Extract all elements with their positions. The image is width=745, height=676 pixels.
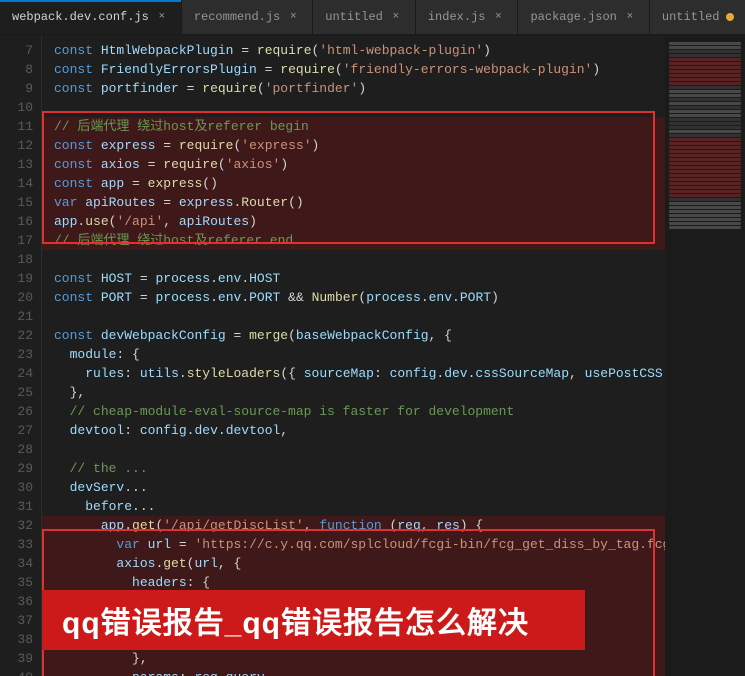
tab-label-webpack: webpack.dev.conf.js xyxy=(12,10,149,24)
code-line-28 xyxy=(42,440,665,459)
code-line-24: rules: utils.styleLoaders({ sourceMap: c… xyxy=(42,364,665,383)
code-line-17: // 后端代理 绕过host及referer end xyxy=(42,231,665,250)
code-line-31: before... xyxy=(42,497,665,516)
code-line-10 xyxy=(42,98,665,117)
editor: 7 8 9 10 11 12 13 14 15 16 17 18 19 20 2… xyxy=(0,35,745,676)
code-line-34: axios.get(url, { xyxy=(42,554,665,573)
code-line-13: const axios = require('axios') xyxy=(42,155,665,174)
code-line-14: const app = express() xyxy=(42,174,665,193)
code-line-16: app.use('/api', apiRoutes) xyxy=(42,212,665,231)
tab-label-untitled2: untitled xyxy=(662,10,720,24)
code-line-29: // the ... xyxy=(42,459,665,478)
tab-close-untitled1[interactable]: × xyxy=(389,10,403,24)
code-line-23: module: { xyxy=(42,345,665,364)
banner: qq错误报告_qq错误报告怎么解决 xyxy=(42,590,585,650)
line-numbers: 7 8 9 10 11 12 13 14 15 16 17 18 19 20 2… xyxy=(0,35,42,676)
code-line-39: }, xyxy=(42,649,665,668)
tab-webpack[interactable]: webpack.dev.conf.js × xyxy=(0,0,182,35)
code-line-9: const portfinder = require('portfinder') xyxy=(42,79,665,98)
code-content[interactable]: const HtmlWebpackPlugin = require('html-… xyxy=(42,35,665,676)
code-line-21 xyxy=(42,307,665,326)
code-line-32: app.get('/api/getDiscList', function (re… xyxy=(42,516,665,535)
code-line-8: const FriendlyErrorsPlugin = require('fr… xyxy=(42,60,665,79)
tab-close-index[interactable]: × xyxy=(491,10,505,24)
tab-dot-untitled2 xyxy=(726,13,734,21)
code-line-33: var url = 'https://c.y.qq.com/splcloud/f… xyxy=(42,535,665,554)
code-line-27: devtool: config.dev.devtool, xyxy=(42,421,665,440)
code-line-25: }, xyxy=(42,383,665,402)
tab-label-untitled1: untitled xyxy=(325,10,383,24)
tab-label-package: package.json xyxy=(530,10,616,24)
code-line-7: const HtmlWebpackPlugin = require('html-… xyxy=(42,41,665,60)
minimap xyxy=(665,35,745,676)
code-line-15: var apiRoutes = express.Router() xyxy=(42,193,665,212)
code-line-20: const PORT = process.env.PORT && Number(… xyxy=(42,288,665,307)
code-line-11: // 后端代理 绕过host及referer begin xyxy=(42,117,665,136)
code-line-18 xyxy=(42,250,665,269)
code-line-30: devServ... xyxy=(42,478,665,497)
tab-package[interactable]: package.json × xyxy=(518,0,649,35)
tab-recommend[interactable]: recommend.js × xyxy=(182,0,313,35)
tab-close-webpack[interactable]: × xyxy=(155,10,169,24)
tab-label-index: index.js xyxy=(428,10,486,24)
code-line-26: // cheap-module-eval-source-map is faste… xyxy=(42,402,665,421)
tab-label-recommend: recommend.js xyxy=(194,10,280,24)
tab-untitled2[interactable]: untitled xyxy=(650,0,745,35)
tab-index[interactable]: index.js × xyxy=(416,0,519,35)
code-line-40: params: req.query xyxy=(42,668,665,676)
code-line-19: const HOST = process.env.HOST xyxy=(42,269,665,288)
code-line-22: const devWebpackConfig = merge(baseWebpa… xyxy=(42,326,665,345)
tab-close-recommend[interactable]: × xyxy=(286,10,300,24)
tab-close-package[interactable]: × xyxy=(623,10,637,24)
tab-untitled1[interactable]: untitled × xyxy=(313,0,416,35)
tab-bar: webpack.dev.conf.js × recommend.js × unt… xyxy=(0,0,745,35)
code-line-12: const express = require('express') xyxy=(42,136,665,155)
